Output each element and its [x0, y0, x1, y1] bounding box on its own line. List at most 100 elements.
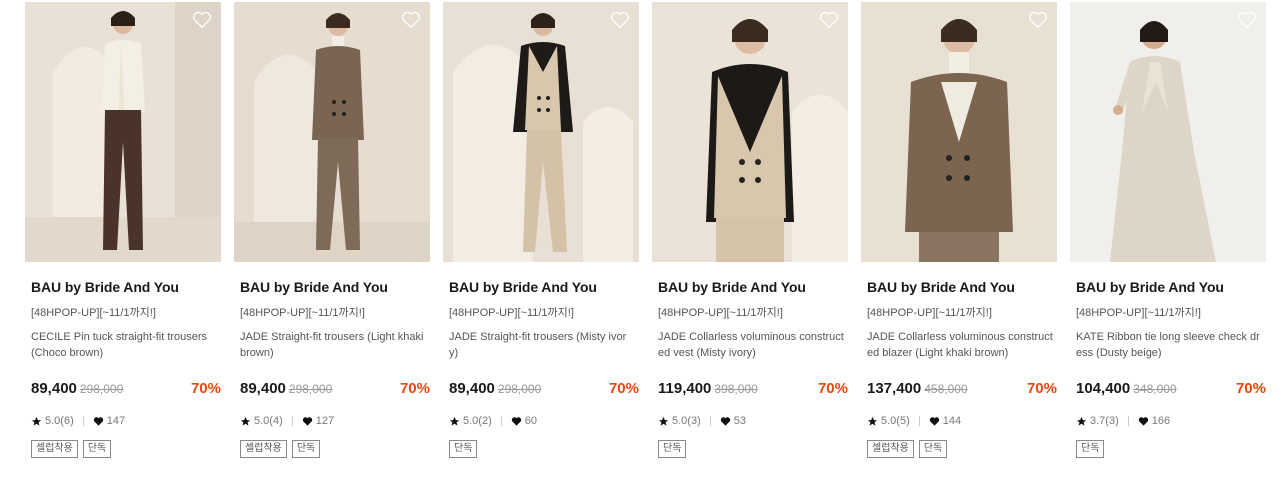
discount-rate: 70%	[608, 380, 639, 397]
rating-value: 5.0(2)	[463, 415, 492, 427]
price-row: 89,400 298,000 70%	[240, 380, 430, 400]
product-card[interactable]: BAU by Bride And You [48HPOP-UP][~11/1까지…	[25, 2, 221, 458]
product-card[interactable]: BAU by Bride And You [48HPOP-UP][~11/1까지…	[443, 2, 639, 458]
product-image[interactable]	[443, 2, 639, 262]
heart-outline-icon[interactable]	[1237, 11, 1257, 29]
heart-outline-icon[interactable]	[401, 11, 421, 29]
like-count: 144	[942, 415, 962, 427]
product-image[interactable]	[25, 2, 221, 262]
promo-text: [48HPOP-UP][~11/1까지!]	[658, 307, 783, 319]
price-row: 104,400 348,000 70%	[1076, 380, 1266, 400]
discount-rate: 70%	[190, 380, 221, 397]
sale-price: 137,400	[867, 380, 922, 397]
product-name[interactable]: JADE Straight-fit trousers (Light khaki …	[240, 329, 426, 361]
brand-name[interactable]: BAU by Bride And You	[240, 279, 430, 295]
price-row: 119,400 398,000 70%	[658, 380, 848, 400]
tag-badge: 단독	[1076, 440, 1105, 458]
product-image[interactable]	[1070, 2, 1266, 262]
product-photo	[1070, 2, 1266, 262]
product-name[interactable]: KATE Ribbon tie long sleeve check dress …	[1076, 329, 1262, 361]
product-card[interactable]: BAU by Bride And You [48HPOP-UP][~11/1까지…	[234, 2, 430, 458]
tag-badge: 셀럽착용	[240, 440, 287, 458]
heart-outline-icon[interactable]	[819, 11, 839, 29]
heart-outline-icon[interactable]	[1028, 11, 1048, 29]
rating-value: 5.0(4)	[254, 415, 283, 427]
like-count: 53	[733, 415, 746, 427]
product-photo	[652, 2, 848, 262]
product-image[interactable]	[861, 2, 1057, 262]
star-icon	[240, 416, 251, 426]
divider	[82, 416, 84, 426]
tag-badge: 단독	[918, 440, 948, 458]
tag-list: 단독	[1076, 440, 1266, 458]
product-name[interactable]: JADE Straight-fit trousers (Misty ivory)	[449, 329, 635, 361]
tag-list: 단독	[449, 440, 639, 458]
tag-badge: 단독	[658, 440, 687, 458]
divider	[291, 416, 293, 426]
discount-rate: 70%	[1235, 380, 1266, 397]
heart-outline-icon[interactable]	[610, 11, 630, 29]
brand-name[interactable]: BAU by Bride And You	[449, 279, 639, 295]
product-photo	[443, 2, 639, 262]
product-name[interactable]: CECILE Pin tuck straight-fit trousers (C…	[31, 329, 217, 361]
brand-name[interactable]: BAU by Bride And You	[31, 279, 221, 295]
promo-text: [48HPOP-UP][~11/1까지!]	[240, 307, 365, 319]
product-name[interactable]: JADE Collarless voluminous constructed b…	[867, 329, 1053, 361]
product-photo	[861, 2, 1057, 262]
product-card[interactable]: BAU by Bride And You [48HPOP-UP][~11/1까지…	[861, 2, 1057, 458]
rating-value: 5.0(6)	[45, 415, 74, 427]
heart-filled-icon	[929, 416, 939, 426]
divider	[1127, 416, 1129, 426]
review-meta: 3.7(3) 166	[1076, 414, 1266, 428]
heart-outline-icon[interactable]	[192, 11, 212, 29]
tag-badge: 단독	[449, 440, 478, 458]
discount-rate: 70%	[399, 380, 430, 397]
review-meta: 5.0(6) 147	[31, 414, 221, 428]
tag-badge: 단독	[82, 440, 112, 458]
star-icon	[658, 416, 669, 426]
rating-value: 3.7(3)	[1090, 415, 1119, 427]
promo-text: [48HPOP-UP][~11/1까지!]	[31, 307, 156, 319]
discount-rate: 70%	[817, 380, 848, 397]
promo-text: [48HPOP-UP][~11/1까지!]	[867, 307, 992, 319]
brand-name[interactable]: BAU by Bride And You	[1076, 279, 1266, 295]
product-name[interactable]: JADE Collarless voluminous constructed v…	[658, 329, 844, 361]
like-count: 127	[315, 415, 335, 427]
brand-name[interactable]: BAU by Bride And You	[658, 279, 848, 295]
promo-text: [48HPOP-UP][~11/1까지!]	[1076, 307, 1201, 319]
product-photo	[25, 2, 221, 262]
sale-price: 89,400	[449, 380, 495, 397]
product-image[interactable]	[234, 2, 430, 262]
tag-badge: 셀럽착용	[31, 440, 78, 458]
brand-name[interactable]: BAU by Bride And You	[867, 279, 1057, 295]
divider	[500, 416, 502, 426]
original-price: 398,000	[714, 382, 758, 396]
product-image[interactable]	[652, 2, 848, 262]
original-price: 298,000	[79, 382, 124, 396]
price-row: 89,400 298,000 70%	[31, 380, 221, 400]
product-card[interactable]: BAU by Bride And You [48HPOP-UP][~11/1까지…	[1070, 2, 1266, 458]
review-meta: 5.0(5) 144	[867, 414, 1057, 428]
sale-price: 119,400	[658, 380, 712, 397]
tag-badge: 단독	[291, 440, 321, 458]
sale-price: 89,400	[240, 380, 286, 397]
divider	[709, 416, 711, 426]
tag-badge: 셀럽착용	[867, 440, 914, 458]
tag-list: 단독	[658, 440, 848, 458]
star-icon	[1076, 416, 1087, 426]
product-photo	[234, 2, 430, 262]
rating-value: 5.0(5)	[881, 415, 910, 427]
original-price: 348,000	[1133, 382, 1177, 396]
original-price: 458,000	[924, 382, 968, 396]
price-row: 89,400 298,000 70%	[449, 380, 639, 400]
review-meta: 5.0(3) 53	[658, 414, 848, 428]
heart-filled-icon	[1138, 416, 1148, 426]
discount-rate: 70%	[1026, 380, 1057, 397]
heart-filled-icon	[302, 416, 312, 426]
review-meta: 5.0(2) 60	[449, 414, 639, 428]
promo-text: [48HPOP-UP][~11/1까지!]	[449, 307, 574, 319]
tag-list: 셀럽착용 단독	[240, 440, 430, 458]
like-count: 166	[1151, 415, 1171, 427]
product-card[interactable]: BAU by Bride And You [48HPOP-UP][~11/1까지…	[652, 2, 848, 458]
sale-price: 89,400	[31, 380, 77, 397]
